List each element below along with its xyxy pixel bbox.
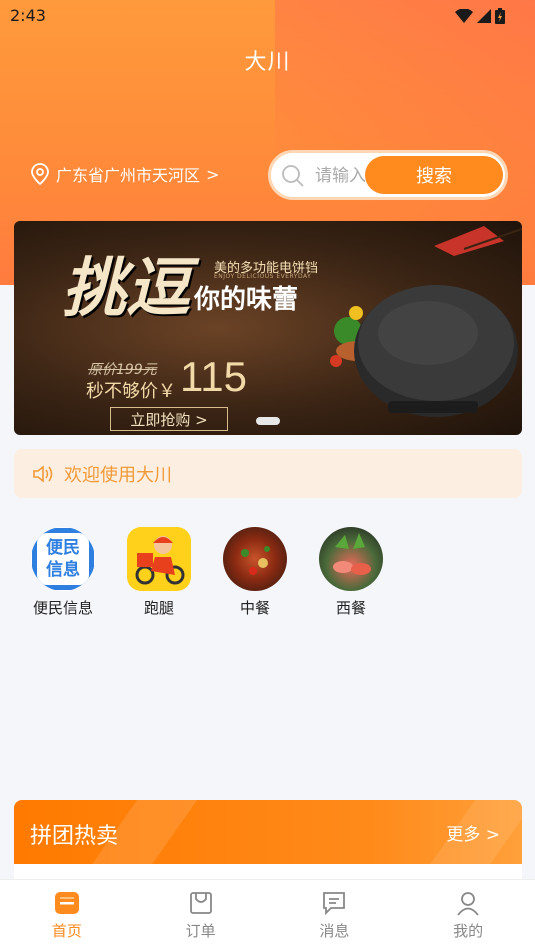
info-icon-box: 便民 信息	[32, 528, 94, 590]
category-label: 跑腿	[143, 599, 174, 617]
location-selector[interactable]: 广东省广州市天河区 >	[30, 162, 219, 186]
notice-text: 欢迎使用大川	[64, 464, 172, 486]
banner-price: 115	[180, 353, 247, 400]
notice-bar[interactable]: 欢迎使用大川	[14, 449, 522, 498]
category-errand[interactable]: 跑腿	[126, 527, 192, 618]
banner-original-price: 原价199元	[88, 362, 157, 378]
banner-subtitle-big: 你的味蕾	[194, 285, 299, 315]
status-time: 2:43	[10, 6, 46, 25]
banner-price-label: 秒不够价￥	[86, 381, 176, 402]
chinese-food-photo	[223, 527, 287, 591]
wifi-icon	[455, 9, 473, 23]
promo-banner[interactable]: 挑逗 美的多功能电饼铛 ENJOY DELICIOUS EVERYDAY 你的味…	[14, 221, 522, 435]
tab-profile[interactable]: 我的	[401, 880, 535, 951]
banner-buy-button[interactable]: 立即抢购 >	[110, 407, 228, 431]
tab-orders[interactable]: 订单	[134, 880, 268, 951]
tab-messages[interactable]: 消息	[268, 880, 402, 951]
rider-illustration	[135, 536, 185, 585]
tab-label: 订单	[185, 922, 216, 940]
search-bar: 搜索	[268, 150, 508, 200]
electric-pan-image	[330, 285, 518, 417]
battery-icon	[495, 8, 505, 24]
tab-home[interactable]: 首页	[0, 880, 134, 951]
western-food-photo	[319, 527, 383, 591]
tab-label: 我的	[453, 922, 484, 940]
category-label: 便民信息	[32, 599, 93, 617]
banner-headline: 挑逗	[62, 251, 190, 326]
location-pin-icon	[31, 163, 49, 185]
bottom-tab-bar: 首页 订单 消息 我的	[0, 879, 535, 951]
western-dish-illustration	[333, 533, 371, 575]
tab-label: 首页	[51, 922, 82, 940]
group-sale-title: 拼团热卖	[30, 824, 119, 849]
bag-icon	[189, 892, 212, 914]
category-label: 中餐	[239, 599, 270, 617]
category-western-food[interactable]: 西餐	[318, 527, 384, 618]
home-icon	[54, 892, 79, 914]
location-text: 广东省广州市天河区	[56, 166, 201, 185]
group-sale-content	[14, 864, 522, 880]
signal-icon	[477, 9, 491, 23]
search-button[interactable]: 搜索	[365, 156, 503, 194]
info-icon-text: 便民 信息	[37, 533, 89, 585]
info-icon: 便民 信息	[31, 527, 95, 591]
chinese-dish-illustration	[241, 546, 270, 575]
speaker-icon	[33, 464, 53, 483]
tab-label: 消息	[319, 922, 350, 940]
status-bar: 2:43	[0, 0, 535, 30]
category-grid: 便民 信息 便民信息 跑腿 中餐 西餐	[30, 527, 384, 618]
delivery-rider-icon	[127, 527, 191, 591]
category-chinese-food[interactable]: 中餐	[222, 527, 288, 618]
message-icon	[323, 892, 346, 916]
search-icon	[282, 165, 304, 187]
category-label: 西餐	[335, 599, 366, 617]
carousel-indicator	[256, 417, 280, 425]
user-icon	[457, 892, 479, 916]
status-icons	[455, 8, 505, 24]
meat-slice-image	[434, 226, 522, 256]
chevron-right-icon: >	[206, 164, 220, 184]
category-convenience-info[interactable]: 便民 信息 便民信息	[30, 527, 96, 618]
group-sale-header: 拼团热卖 更多 >	[14, 800, 522, 866]
page-title: 大川	[244, 50, 291, 75]
group-sale-more-link[interactable]: 更多 >	[446, 820, 500, 845]
